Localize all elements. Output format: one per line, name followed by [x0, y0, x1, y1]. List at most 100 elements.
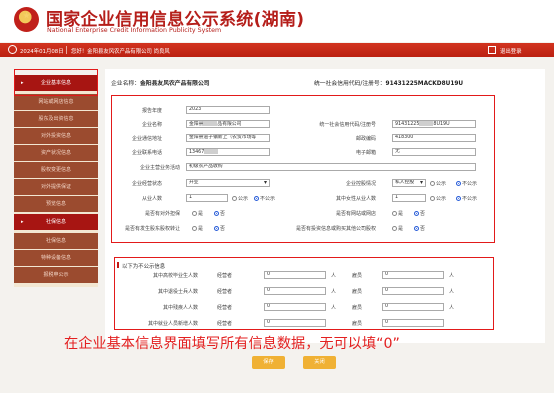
status-select[interactable]: 开业: [186, 179, 270, 187]
radio-label: 不公示: [260, 196, 276, 202]
sidebar-item-label: 股权变更信息: [40, 167, 71, 173]
sidebar-item-social-insurance-sub[interactable]: 社保信息: [14, 233, 98, 249]
top-bar: 2024年01月08日 您好！金阳县友风农产品有限公司 尚良风 退出登录: [0, 43, 554, 57]
veterans-label: 其中退役士兵人数: [157, 289, 198, 295]
disabled-operator-field[interactable]: 0: [264, 303, 326, 311]
save-button[interactable]: 保存: [252, 356, 285, 369]
sidebar-item-label: 预览信息: [45, 201, 66, 207]
credit-code-line: 统一社会信用代码/注册号：91431225MACKD8U19U: [314, 78, 463, 87]
holding-select[interactable]: 私人控股: [392, 179, 426, 187]
sidebar-item-guarantee[interactable]: 对外提供保证: [14, 179, 98, 195]
user-greeting: 您好！金阳县友风农产品有限公司 尚良风: [71, 49, 170, 55]
radio-dot: [430, 181, 435, 186]
radio-dot: [456, 181, 461, 186]
new-hires-operator-label: 经营者: [216, 321, 232, 327]
postcode-label: 邮政编码: [355, 136, 376, 142]
close-button[interactable]: 关闭: [303, 356, 336, 369]
employees-private-radio[interactable]: 不公示: [254, 195, 275, 202]
sidebar-item-preview[interactable]: 预览信息: [14, 196, 98, 212]
employees-public-radio[interactable]: 公示: [232, 195, 248, 202]
company-name-field[interactable]: 金阳县 品有限公司: [186, 120, 270, 128]
sidebar-item-label: 社保信息: [45, 238, 66, 244]
radio-label: 否: [220, 211, 226, 217]
email-field[interactable]: 无: [392, 148, 476, 156]
guarantee-yes-radio[interactable]: 是: [192, 210, 203, 217]
radio-label: 公示: [436, 181, 447, 187]
graduates-employee-field[interactable]: 0: [382, 271, 444, 279]
radio-dot: [456, 196, 461, 201]
company-label: 企业名称：: [111, 81, 140, 87]
sidebar-item-assets[interactable]: 资产状况信息: [14, 145, 98, 161]
graduates-operator-label: 经营者: [216, 273, 232, 279]
divider: [66, 46, 67, 54]
report-year-field[interactable]: 2023: [186, 106, 270, 114]
credit-code-field[interactable]: 91431225 8U19U: [392, 120, 476, 128]
main-business-label: 企业主营业务活动: [139, 165, 180, 171]
unit-label: 人: [330, 305, 336, 311]
company-name-label: 企业名称: [141, 122, 162, 128]
section-marker: [117, 262, 119, 268]
redaction: [419, 121, 434, 126]
veterans-employee-field[interactable]: 0: [382, 287, 444, 295]
holding-label: 企业控股情况: [345, 181, 376, 187]
disabled-label: 其中残疾人人数: [162, 305, 198, 311]
address-field[interactable]: 金阳县道子镇新上（农贸市场等: [186, 134, 270, 142]
sidebar-item-label: 社保信息: [45, 219, 66, 225]
female-field[interactable]: 1: [392, 194, 426, 202]
address-label: 企业通信地址: [131, 136, 162, 142]
online-yes-radio[interactable]: 是: [392, 210, 403, 217]
credit-code-label: 统一社会信用代码/注册号: [319, 122, 376, 128]
radio-dot: [192, 226, 197, 231]
unit-label: 人: [448, 289, 454, 295]
sidebar-item-equity-change[interactable]: 股权变更信息: [14, 162, 98, 178]
sidebar-item-website[interactable]: 网站或网店信息: [14, 94, 98, 110]
veterans-employee-label: 雇员: [351, 289, 362, 295]
veterans-operator-label: 经营者: [216, 289, 232, 295]
credit-code-value: 91431225: [395, 122, 420, 127]
employees-label: 从业人数: [141, 196, 162, 202]
sidebar-item-special-equipment[interactable]: 特种设备信息: [14, 250, 98, 266]
sidebar-item-investment[interactable]: 对外投资信息: [14, 128, 98, 144]
credit-code-suffix: 8U19U: [433, 122, 450, 127]
company-name: 金阳县友风农产品有限公司: [140, 81, 210, 87]
new-hires-operator-field[interactable]: 0: [264, 319, 326, 327]
logout-link[interactable]: 退出登录: [500, 47, 522, 55]
disabled-employee-field[interactable]: 0: [382, 303, 444, 311]
equity-yes-radio[interactable]: 是: [192, 225, 203, 232]
radio-dot: [414, 226, 419, 231]
radio-label: 公示: [238, 196, 249, 202]
equity-no-radio[interactable]: 否: [214, 225, 225, 232]
sidebar-item-label: 资产状况信息: [40, 150, 71, 156]
graduates-operator-field[interactable]: 0: [264, 271, 326, 279]
female-label: 其中女性从业人数: [335, 196, 376, 202]
online-no-radio[interactable]: 否: [414, 210, 425, 217]
postcode-field[interactable]: 418300: [392, 134, 476, 142]
female-private-radio[interactable]: 不公示: [456, 195, 477, 202]
logout-icon[interactable]: [488, 46, 496, 54]
sidebar-item-label: 网站或网店信息: [38, 99, 74, 105]
main-business-field[interactable]: 初级农产品收购: [186, 163, 476, 171]
sidebar-item-label: 报税申公示: [43, 272, 69, 278]
holding-public-radio[interactable]: 公示: [430, 180, 446, 187]
sidebar-item-tax[interactable]: 报税申公示: [14, 267, 98, 283]
report-year-label: 报告年度: [141, 108, 162, 114]
radio-label: 不公示: [462, 196, 478, 202]
radio-label: 是: [398, 211, 404, 217]
phone-field[interactable]: 13467: [186, 148, 270, 156]
employees-field[interactable]: 1: [186, 194, 228, 202]
sidebar-item-shareholders[interactable]: 股东及出资信息: [14, 111, 98, 127]
sidebar-item-label: 股东及出资信息: [38, 116, 74, 122]
holding-private-radio[interactable]: 不公示: [456, 180, 477, 187]
female-public-radio[interactable]: 公示: [430, 195, 446, 202]
other-invest-yes-radio[interactable]: 是: [392, 225, 403, 232]
veterans-operator-field[interactable]: 0: [264, 287, 326, 295]
radio-dot: [214, 211, 219, 216]
guarantee-no-radio[interactable]: 否: [214, 210, 225, 217]
credit-label: 统一社会信用代码/注册号：: [314, 81, 386, 87]
redaction: [204, 149, 219, 154]
sidebar-item-label: 对外投资信息: [40, 133, 71, 139]
company-name-line: 企业名称：金阳县友风农产品有限公司: [111, 78, 210, 87]
other-invest-no-radio[interactable]: 否: [414, 225, 425, 232]
new-hires-employee-field[interactable]: 0: [382, 319, 444, 327]
sidebar-item-social-insurance[interactable]: ▸ 社保信息: [14, 214, 98, 230]
